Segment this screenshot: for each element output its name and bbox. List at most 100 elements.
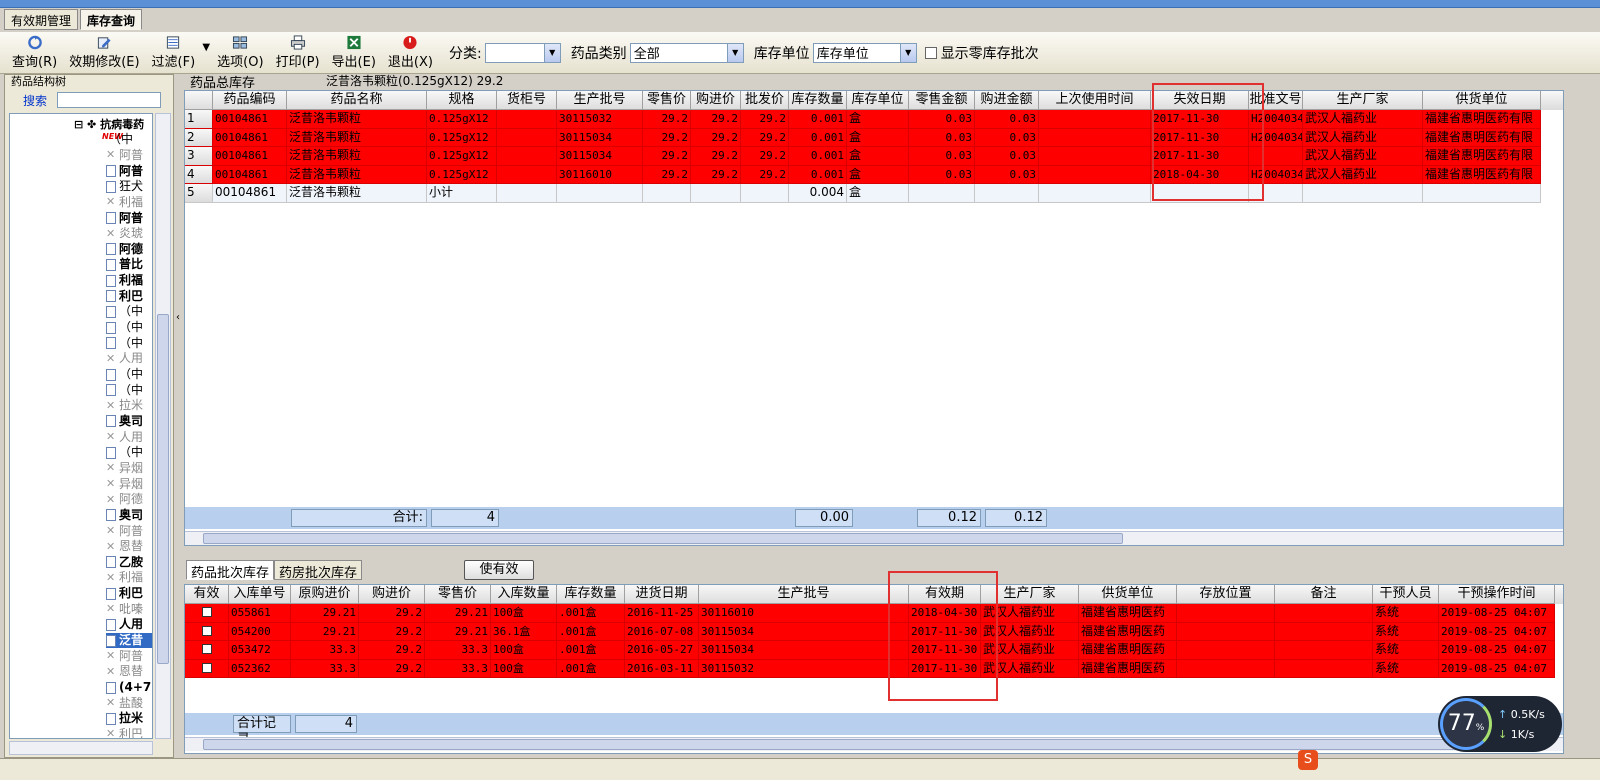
search-link[interactable]: 搜索 [23, 92, 47, 109]
zero-stock-checkbox[interactable] [924, 46, 937, 59]
column-header[interactable]: 规格 [427, 91, 497, 110]
tree-item[interactable]: ✕ 利福 [106, 195, 152, 211]
tree-item[interactable]: 阿普 [106, 210, 152, 226]
tree-item[interactable]: 普比 [106, 257, 152, 273]
tree-scroll-thumb[interactable] [157, 314, 169, 664]
tree-item[interactable]: 阿德 [106, 242, 152, 258]
filter-dropdown-icon[interactable]: ▼ [201, 42, 211, 53]
tree-scrollbar[interactable] [155, 113, 171, 739]
column-header[interactable]: 购进价 [691, 91, 741, 110]
valid-checkbox[interactable] [201, 625, 212, 636]
tree-item[interactable]: ✕ 恩替 [106, 664, 152, 680]
category-select[interactable]: ▼ [484, 42, 561, 63]
tree-item[interactable]: 拉米 [106, 711, 152, 727]
tree-item[interactable]: ✕ 炎琥 [106, 226, 152, 242]
tree-item[interactable]: （中 [106, 304, 152, 320]
scroll-thumb[interactable] [203, 533, 1123, 544]
valid-checkbox[interactable] [201, 607, 212, 617]
column-header[interactable]: 药品名称 [287, 91, 427, 110]
query-button[interactable]: 查询(R) [6, 33, 63, 73]
column-header[interactable]: 生产批号 [557, 91, 643, 110]
tree-hscrollbar[interactable] [9, 741, 153, 755]
chevron-down-icon[interactable]: ▼ [543, 43, 560, 62]
tree-item[interactable]: 人用 [106, 617, 152, 633]
batch-hscrollbar[interactable] [185, 737, 1563, 751]
tree-item[interactable]: 阿普 [106, 163, 152, 179]
input-method-icon[interactable]: S [1298, 750, 1318, 770]
tree-item[interactable]: 利巴 [106, 289, 152, 305]
column-header[interactable]: 入库数量 [491, 585, 557, 604]
tree-item[interactable]: ✕ 阿普 [106, 148, 152, 164]
export-button[interactable]: 导出(E) [326, 33, 382, 73]
column-header[interactable]: 上次使用时间 [1039, 91, 1151, 110]
table-row[interactable]: 1 00104861 泛昔洛韦颗粒 0.125gX12 30115032 29.2 29.2… [185, 110, 1563, 129]
column-header[interactable]: 供货单位 [1423, 91, 1541, 110]
search-input[interactable] [57, 92, 162, 108]
edit-validity-button[interactable]: 效期修改(E) [63, 33, 145, 73]
type-select[interactable]: 全部 ▼ [629, 42, 744, 63]
tree-item[interactable]: （中 [106, 132, 152, 148]
print-button[interactable]: 打印(P) [270, 33, 326, 73]
column-header[interactable]: 进货日期 [625, 585, 699, 604]
scroll-thumb[interactable] [203, 739, 1523, 750]
unit-select[interactable]: 库存单位 ▼ [812, 42, 917, 63]
column-header[interactable]: 药品编码 [213, 91, 287, 110]
grid-hscrollbar[interactable] [185, 531, 1563, 545]
tree-item[interactable]: 利福 [106, 273, 152, 289]
column-header[interactable]: 库存数量 [557, 585, 625, 604]
column-header[interactable]: 原购进价 [291, 585, 359, 604]
tree-item[interactable]: （中 [106, 335, 152, 351]
tree-item[interactable]: ✕ 恩替 [106, 539, 152, 555]
tree-item[interactable]: 奥司 [106, 414, 152, 430]
tree-item[interactable]: （中 [106, 320, 152, 336]
column-header[interactable]: 供货单位 [1079, 585, 1177, 604]
table-row[interactable]: 052362 33.3 29.2 33.3 100盒 .001盒 2016-03-11 301… [185, 659, 1563, 678]
filter-button[interactable]: 过滤(F) [146, 33, 202, 73]
tree-root[interactable]: ⊟ ✤ 抗病毒药 [74, 116, 144, 132]
tab-validity[interactable]: 有效期管理 [4, 9, 79, 30]
tree-item[interactable]: （中 [106, 445, 152, 461]
tab-drug-batch[interactable]: 药品批次库存 [186, 560, 275, 581]
column-header[interactable]: 零售价 [425, 585, 491, 604]
tree-item[interactable]: ✕ 人用 [106, 429, 152, 445]
options-button[interactable]: 选项(O) [211, 33, 269, 73]
valid-checkbox[interactable] [201, 662, 212, 673]
tree-item[interactable]: 狂犬 [106, 179, 152, 195]
column-header[interactable]: 批发价 [741, 91, 789, 110]
column-header[interactable]: 生产批号 [699, 585, 909, 604]
tree-item[interactable]: ✕ 阿普 [106, 648, 152, 664]
column-header[interactable]: 购进金额 [975, 91, 1039, 110]
subtotal-row[interactable]: 5 00104861 泛昔洛韦颗粒 小计 0.004 盒 [185, 184, 1563, 203]
tree-item[interactable]: ✕ 异烟 [106, 476, 152, 492]
tree-item[interactable]: ✕ 利巴 [106, 727, 152, 738]
chevron-down-icon[interactable]: ▼ [726, 43, 743, 62]
exit-button[interactable]: 退出(X) [382, 33, 439, 73]
table-row[interactable]: 4 00104861 泛昔洛韦颗粒 0.125gX12 30116010 29.2 29.2… [185, 165, 1563, 184]
tree-item[interactable]: （中 [106, 367, 152, 383]
column-header[interactable]: 生产厂家 [1303, 91, 1423, 110]
tree-item[interactable]: (4+7) [106, 680, 152, 696]
table-row[interactable]: 3 00104861 泛昔洛韦颗粒 0.125gX12 30115034 29.2 29.2… [185, 147, 1563, 166]
column-header[interactable]: 干预操作时间 [1439, 585, 1555, 604]
make-valid-button[interactable]: 使有效 [464, 560, 534, 580]
tree-item[interactable]: ✕ 盐酸 [106, 695, 152, 711]
tree-item[interactable]: ✕ 吡嗪 [106, 602, 152, 618]
table-row[interactable]: 2 00104861 泛昔洛韦颗粒 0.125gX12 30115034 29.2 29.2… [185, 128, 1563, 147]
tree-item[interactable]: 奥司 [106, 508, 152, 524]
tree-item[interactable]: ✕ 异烟 [106, 461, 152, 477]
column-header[interactable]: 货柜号 [497, 91, 557, 110]
tree-item[interactable]: ✕ 拉米 [106, 398, 152, 414]
collapse-handle[interactable]: ‹ [174, 312, 182, 328]
tab-pharmacy-batch[interactable]: 药房批次库存 [274, 560, 363, 581]
valid-checkbox[interactable] [201, 644, 212, 654]
tree-item[interactable]: ✕ 人用 [106, 351, 152, 367]
column-header[interactable]: 有效 [185, 585, 229, 604]
column-header[interactable]: 购进价 [359, 585, 425, 604]
column-header[interactable]: 库存单位 [847, 91, 909, 110]
column-header[interactable]: 干预人员 [1373, 585, 1439, 604]
tree-item[interactable]: ✕ 阿普 [106, 523, 152, 539]
column-header[interactable]: 备注 [1275, 585, 1373, 604]
column-header[interactable]: 零售金额 [909, 91, 975, 110]
tree-item[interactable]: ✕ 利福 [106, 570, 152, 586]
table-row[interactable]: 055861 29.21 29.2 29.21 100盒 .001盒 2016-11-25 3… [185, 604, 1563, 623]
